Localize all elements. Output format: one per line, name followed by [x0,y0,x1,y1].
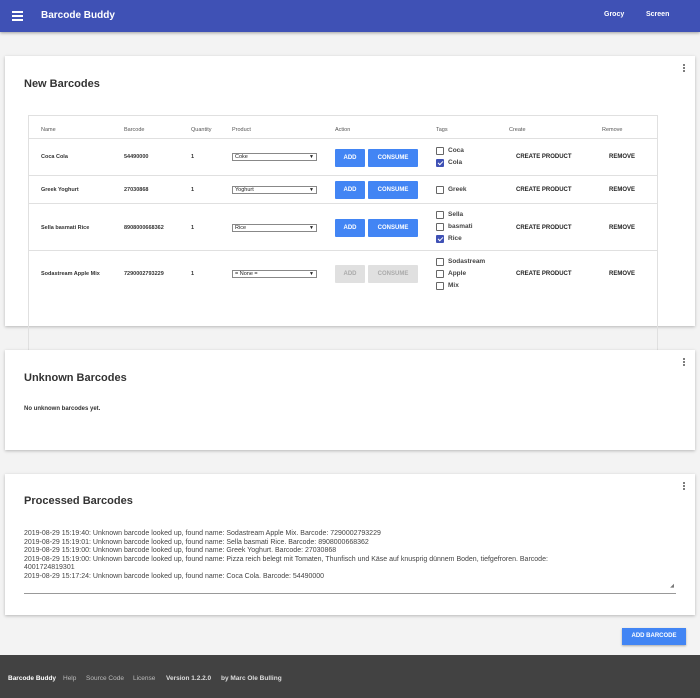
column-header: Create [509,127,526,133]
quantity: 1 [191,225,195,231]
dropdown-arrow-icon: ▼ [309,187,314,193]
app-bar: Barcode Buddy Grocy Screen [0,0,700,32]
checkbox-checked-icon[interactable] [436,235,444,243]
create-product-button[interactable]: CREATE PRODUCT [516,154,572,160]
product-select[interactable]: Yoghurt ▼ [232,186,317,194]
column-header: Action [335,127,351,133]
log-line: 2019-08-29 15:17:24: Unknown barcode loo… [24,572,325,580]
checkbox-checked-icon[interactable] [436,159,444,167]
more-vert-icon[interactable] [682,64,686,73]
remove-button[interactable]: REMOVE [609,187,635,193]
footer-license-link[interactable]: License [133,675,155,682]
barcode-value: 54490000 [124,154,149,160]
log-line: 4001724819301 [24,564,75,572]
processed-log-textarea[interactable]: 2019-08-29 15:19:40: Unknown barcode loo… [24,525,676,594]
footer-source-link[interactable]: Source Code [86,675,124,682]
footer-app-name: Barcode Buddy [8,675,57,682]
checkbox-icon[interactable] [436,258,444,266]
column-header: Product [232,127,251,133]
app-title: Barcode Buddy [41,10,115,21]
barcode-name: Greek Yoghurt [41,187,79,193]
barcode-value: 7290002793229 [124,271,164,277]
unknown-barcodes-card: Unknown Barcodes No unknown barcodes yet… [5,350,695,450]
log-line: 2019-08-29 15:19:01: Unknown barcode loo… [24,538,369,546]
product-select[interactable]: = None = ▼ [232,270,317,278]
column-header: Tags [436,127,448,133]
column-header: Barcode [124,127,145,133]
create-product-button[interactable]: CREATE PRODUCT [516,271,572,277]
new-barcodes-table: Name Barcode Quantity Product Action Tag… [28,115,658,358]
checkbox-icon[interactable] [436,211,444,219]
hamburger-menu-icon[interactable] [12,11,23,21]
card-title: New Barcodes [24,78,100,90]
checkbox-icon[interactable] [436,223,444,231]
log-line: 2019-08-29 15:19:00: Unknown barcode loo… [24,555,548,563]
footer-help-link[interactable]: Help [63,675,76,682]
consume-button[interactable]: CONSUME [368,265,418,283]
log-line: 2019-08-29 15:19:40: Unknown barcode loo… [24,530,381,537]
processed-barcodes-card: Processed Barcodes 2019-08-29 15:19:40: … [5,474,695,615]
product-select[interactable]: Rice ▼ [232,224,317,232]
log-line: 2019-08-29 15:19:00: Unknown barcode loo… [24,547,337,555]
checkbox-icon[interactable] [436,270,444,278]
quantity: 1 [191,154,195,160]
create-product-button[interactable]: CREATE PRODUCT [516,225,572,231]
quantity: 1 [191,271,195,277]
consume-button[interactable]: CONSUME [368,181,418,199]
dropdown-arrow-icon: ▼ [309,271,314,277]
add-button[interactable]: ADD [335,181,365,199]
more-vert-icon[interactable] [682,358,686,367]
add-button[interactable]: ADD [335,149,365,167]
footer-author: by Marc Ole Bulling [221,675,282,682]
nav-link-grocy[interactable]: Grocy [604,11,624,18]
table-row: Sella basmati Rice 8908000668362 1 Rice ▼… [29,203,657,250]
checkbox-icon[interactable] [436,282,444,290]
footer: Barcode Buddy Help Source Code License V… [0,655,700,698]
table-row: Sodastream Apple Mix 7290002793229 1 = N… [29,250,657,299]
remove-button[interactable]: REMOVE [609,225,635,231]
remove-button[interactable]: REMOVE [609,154,635,160]
card-title: Processed Barcodes [24,495,133,507]
footer-version: Version 1.2.2.0 [166,675,212,682]
table-row: Coca Cola 54490000 1 Coke ▼ ADD CONSUME C… [29,138,657,175]
barcode-name: Sodastream Apple Mix [41,271,100,277]
checkbox-icon[interactable] [436,147,444,155]
empty-state-text: No unknown barcodes yet. [24,406,101,412]
barcode-value: 27030868 [124,187,149,193]
quantity: 1 [191,187,195,193]
table-row: Greek Yoghurt 27030868 1 Yoghurt ▼ ADD CO… [29,175,657,203]
add-button[interactable]: ADD [335,219,365,237]
column-header: Quantity [191,127,212,133]
barcode-name: Coca Cola [41,154,68,160]
add-button[interactable]: ADD [335,265,365,283]
checkbox-icon[interactable] [436,186,444,194]
barcode-name: Sella basmati Rice [41,225,90,231]
column-header: Name [41,127,56,133]
new-barcodes-card: New Barcodes Name Barcode Quantity Produ… [5,56,695,358]
consume-button[interactable]: CONSUME [368,149,418,167]
nav-link-screen[interactable]: Screen [646,11,669,18]
dropdown-arrow-icon: ▼ [309,154,314,160]
resize-handle-icon[interactable]: ◢ [670,582,674,591]
add-barcode-button[interactable]: ADD BARCODE [622,628,686,645]
more-vert-icon[interactable] [682,482,686,491]
barcode-value: 8908000668362 [124,225,164,231]
column-header: Remove [602,127,623,133]
dropdown-arrow-icon: ▼ [309,225,314,231]
create-product-button[interactable]: CREATE PRODUCT [516,187,572,193]
remove-button[interactable]: REMOVE [609,271,635,277]
consume-button[interactable]: CONSUME [368,219,418,237]
product-select[interactable]: Coke ▼ [232,153,317,161]
card-title: Unknown Barcodes [24,372,127,384]
